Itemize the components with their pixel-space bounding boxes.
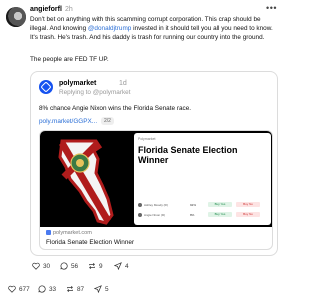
buy-no-button: Buy No: [236, 212, 260, 217]
comment-icon: [60, 262, 68, 270]
quoted-avatar[interactable]: [39, 80, 53, 94]
quoted-repost-button[interactable]: 9: [88, 262, 103, 270]
reply-button[interactable]: 33: [38, 285, 56, 293]
link-preview-image: Polymarket Florida Senate Election Winne…: [40, 131, 272, 227]
author-handle[interactable]: angieforfl: [30, 6, 62, 13]
more-options-button[interactable]: •••: [266, 3, 277, 13]
post-timestamp[interactable]: 2h: [65, 6, 73, 13]
heart-icon: [32, 262, 40, 270]
quoted-repost-count: 9: [99, 262, 103, 270]
quoted-like-count: 30: [43, 262, 51, 270]
repost-count: 87: [77, 285, 85, 293]
quoted-share-button[interactable]: 4: [114, 262, 129, 270]
market-preview-panel: Polymarket Florida Senate Election Winne…: [134, 133, 271, 225]
link-domain: polymarket.com: [46, 230, 92, 236]
market-row: Angie Nixon (D) 8% Buy Yes Buy No: [138, 211, 266, 219]
quoted-timestamp[interactable]: 1d: [119, 80, 127, 87]
quoted-link[interactable]: poly.market/GGPX...: [39, 118, 97, 125]
polymarket-logo-text: Polymarket: [138, 137, 156, 141]
candidate-name: Ashley Moody (R): [144, 203, 168, 207]
link-preview-card[interactable]: Polymarket Florida Senate Election Winne…: [39, 130, 273, 250]
send-icon: [94, 285, 102, 293]
author-avatar[interactable]: [6, 7, 26, 27]
post-text: Don't bet on anything with this scamming…: [30, 16, 276, 42]
quoted-reply-to: Replying to @polymarket: [59, 89, 131, 96]
quoted-post[interactable]: polymarket 1d Replying to @polymarket 8%…: [30, 71, 278, 256]
share-button[interactable]: 5: [94, 285, 109, 293]
repost-icon: [89, 262, 95, 270]
share-count: 5: [105, 285, 109, 293]
buy-no-button: Buy No: [236, 202, 260, 207]
quoted-handle[interactable]: polymarket: [59, 80, 96, 87]
reply-count: 33: [49, 285, 57, 293]
candidate-percent: 8%: [190, 213, 195, 217]
quoted-like-button[interactable]: 30: [32, 262, 50, 270]
link-title: Florida Senate Election Winner: [46, 239, 135, 246]
quoted-share-count: 4: [125, 262, 129, 270]
buy-yes-button: Buy Yes: [208, 202, 232, 207]
post: angieforfl 2h ••• Don't bet on anything …: [0, 0, 283, 300]
quoted-link-pager: 2/2: [101, 117, 114, 125]
like-count: 677: [19, 285, 30, 293]
repost-button[interactable]: 87: [66, 285, 84, 293]
link-domain-text: polymarket.com: [53, 230, 92, 236]
repost-icon: [67, 285, 73, 293]
market-row: Ashley Moody (R) 92% Buy Yes Buy No: [138, 201, 266, 209]
quoted-reply-button[interactable]: 56: [60, 262, 78, 270]
candidate-name: Angie Nixon (D): [144, 213, 166, 217]
buy-yes-button: Buy Yes: [208, 212, 232, 217]
site-favicon-icon: [46, 230, 51, 236]
florida-map-flag-icon: [58, 139, 114, 225]
comment-icon: [38, 285, 46, 293]
market-title: Florida Senate Election Winner: [138, 145, 238, 165]
like-button[interactable]: 677: [8, 285, 30, 293]
candidate-percent: 92%: [190, 203, 197, 207]
post-text-second-paragraph: The people are FED TF UP.: [30, 56, 109, 63]
quoted-text: 8% chance Angie Nixon wins the Florida S…: [39, 105, 192, 112]
heart-icon: [8, 285, 16, 293]
mention-link[interactable]: @donaldjtrump: [88, 25, 131, 32]
quoted-reply-count: 56: [71, 262, 79, 270]
send-icon: [114, 262, 122, 270]
